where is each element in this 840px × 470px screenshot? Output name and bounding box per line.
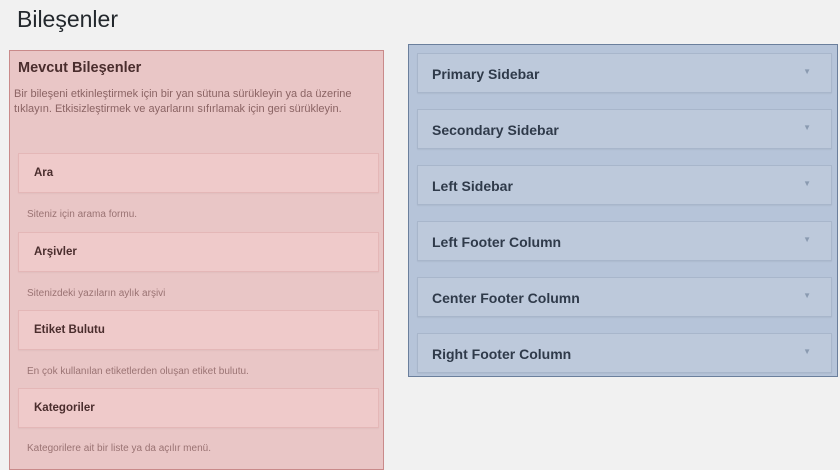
widget-areas-panel: Primary Sidebar ▼ Secondary Sidebar ▼ Le…: [408, 44, 838, 377]
sidebar-left[interactable]: Left Sidebar ▼: [417, 165, 832, 205]
sidebar-title: Left Footer Column: [432, 234, 562, 250]
triangle-down-icon[interactable]: ▼: [803, 291, 811, 300]
sidebar-secondary[interactable]: Secondary Sidebar ▼: [417, 109, 832, 149]
sidebar-primary[interactable]: Primary Sidebar ▼: [417, 53, 832, 93]
sidebar-right-footer-column[interactable]: Right Footer Column ▼: [417, 333, 832, 373]
sidebar-title: Secondary Sidebar: [432, 122, 559, 138]
widget-description: En çok kullanılan etiketlerden oluşan et…: [27, 366, 249, 377]
widget-arsivler[interactable]: Arşivler: [18, 232, 379, 272]
sidebar-left-footer-column[interactable]: Left Footer Column ▼: [417, 221, 832, 261]
widget-description: Kategorilere ait bir liste ya da açılır …: [27, 443, 211, 454]
widget-title: Etiket Bulutu: [34, 324, 105, 336]
triangle-down-icon[interactable]: ▼: [803, 67, 811, 76]
available-widgets-description: Bir bileşeni etkinleştirmek için bir yan…: [14, 88, 352, 115]
sidebar-center-footer-column[interactable]: Center Footer Column ▼: [417, 277, 832, 317]
page-title: Bileşenler: [17, 6, 118, 32]
sidebar-title: Left Sidebar: [432, 178, 513, 194]
widget-title: Kategoriler: [34, 402, 95, 414]
widget-description: Siteniz için arama formu.: [27, 209, 138, 220]
available-widgets-heading: Mevcut Bileşenler: [18, 60, 142, 76]
widget-kategoriler[interactable]: Kategoriler: [18, 388, 379, 428]
widget-title: Ara: [34, 167, 54, 179]
available-widgets-panel: Mevcut Bileşenler Bir bileşeni etkinleşt…: [9, 50, 384, 470]
triangle-down-icon[interactable]: ▼: [803, 123, 811, 132]
widget-title: Arşivler: [34, 246, 77, 258]
triangle-down-icon[interactable]: ▼: [803, 179, 811, 188]
triangle-down-icon[interactable]: ▼: [803, 235, 811, 244]
triangle-down-icon[interactable]: ▼: [803, 347, 811, 356]
widget-ara[interactable]: Ara: [18, 153, 379, 193]
widget-description: Sitenizdeki yazıların aylık arşivi: [27, 288, 166, 299]
sidebar-title: Right Footer Column: [432, 346, 572, 362]
sidebar-title: Primary Sidebar: [432, 66, 540, 82]
widget-etiket-bulutu[interactable]: Etiket Bulutu: [18, 310, 379, 350]
sidebar-title: Center Footer Column: [432, 290, 580, 306]
